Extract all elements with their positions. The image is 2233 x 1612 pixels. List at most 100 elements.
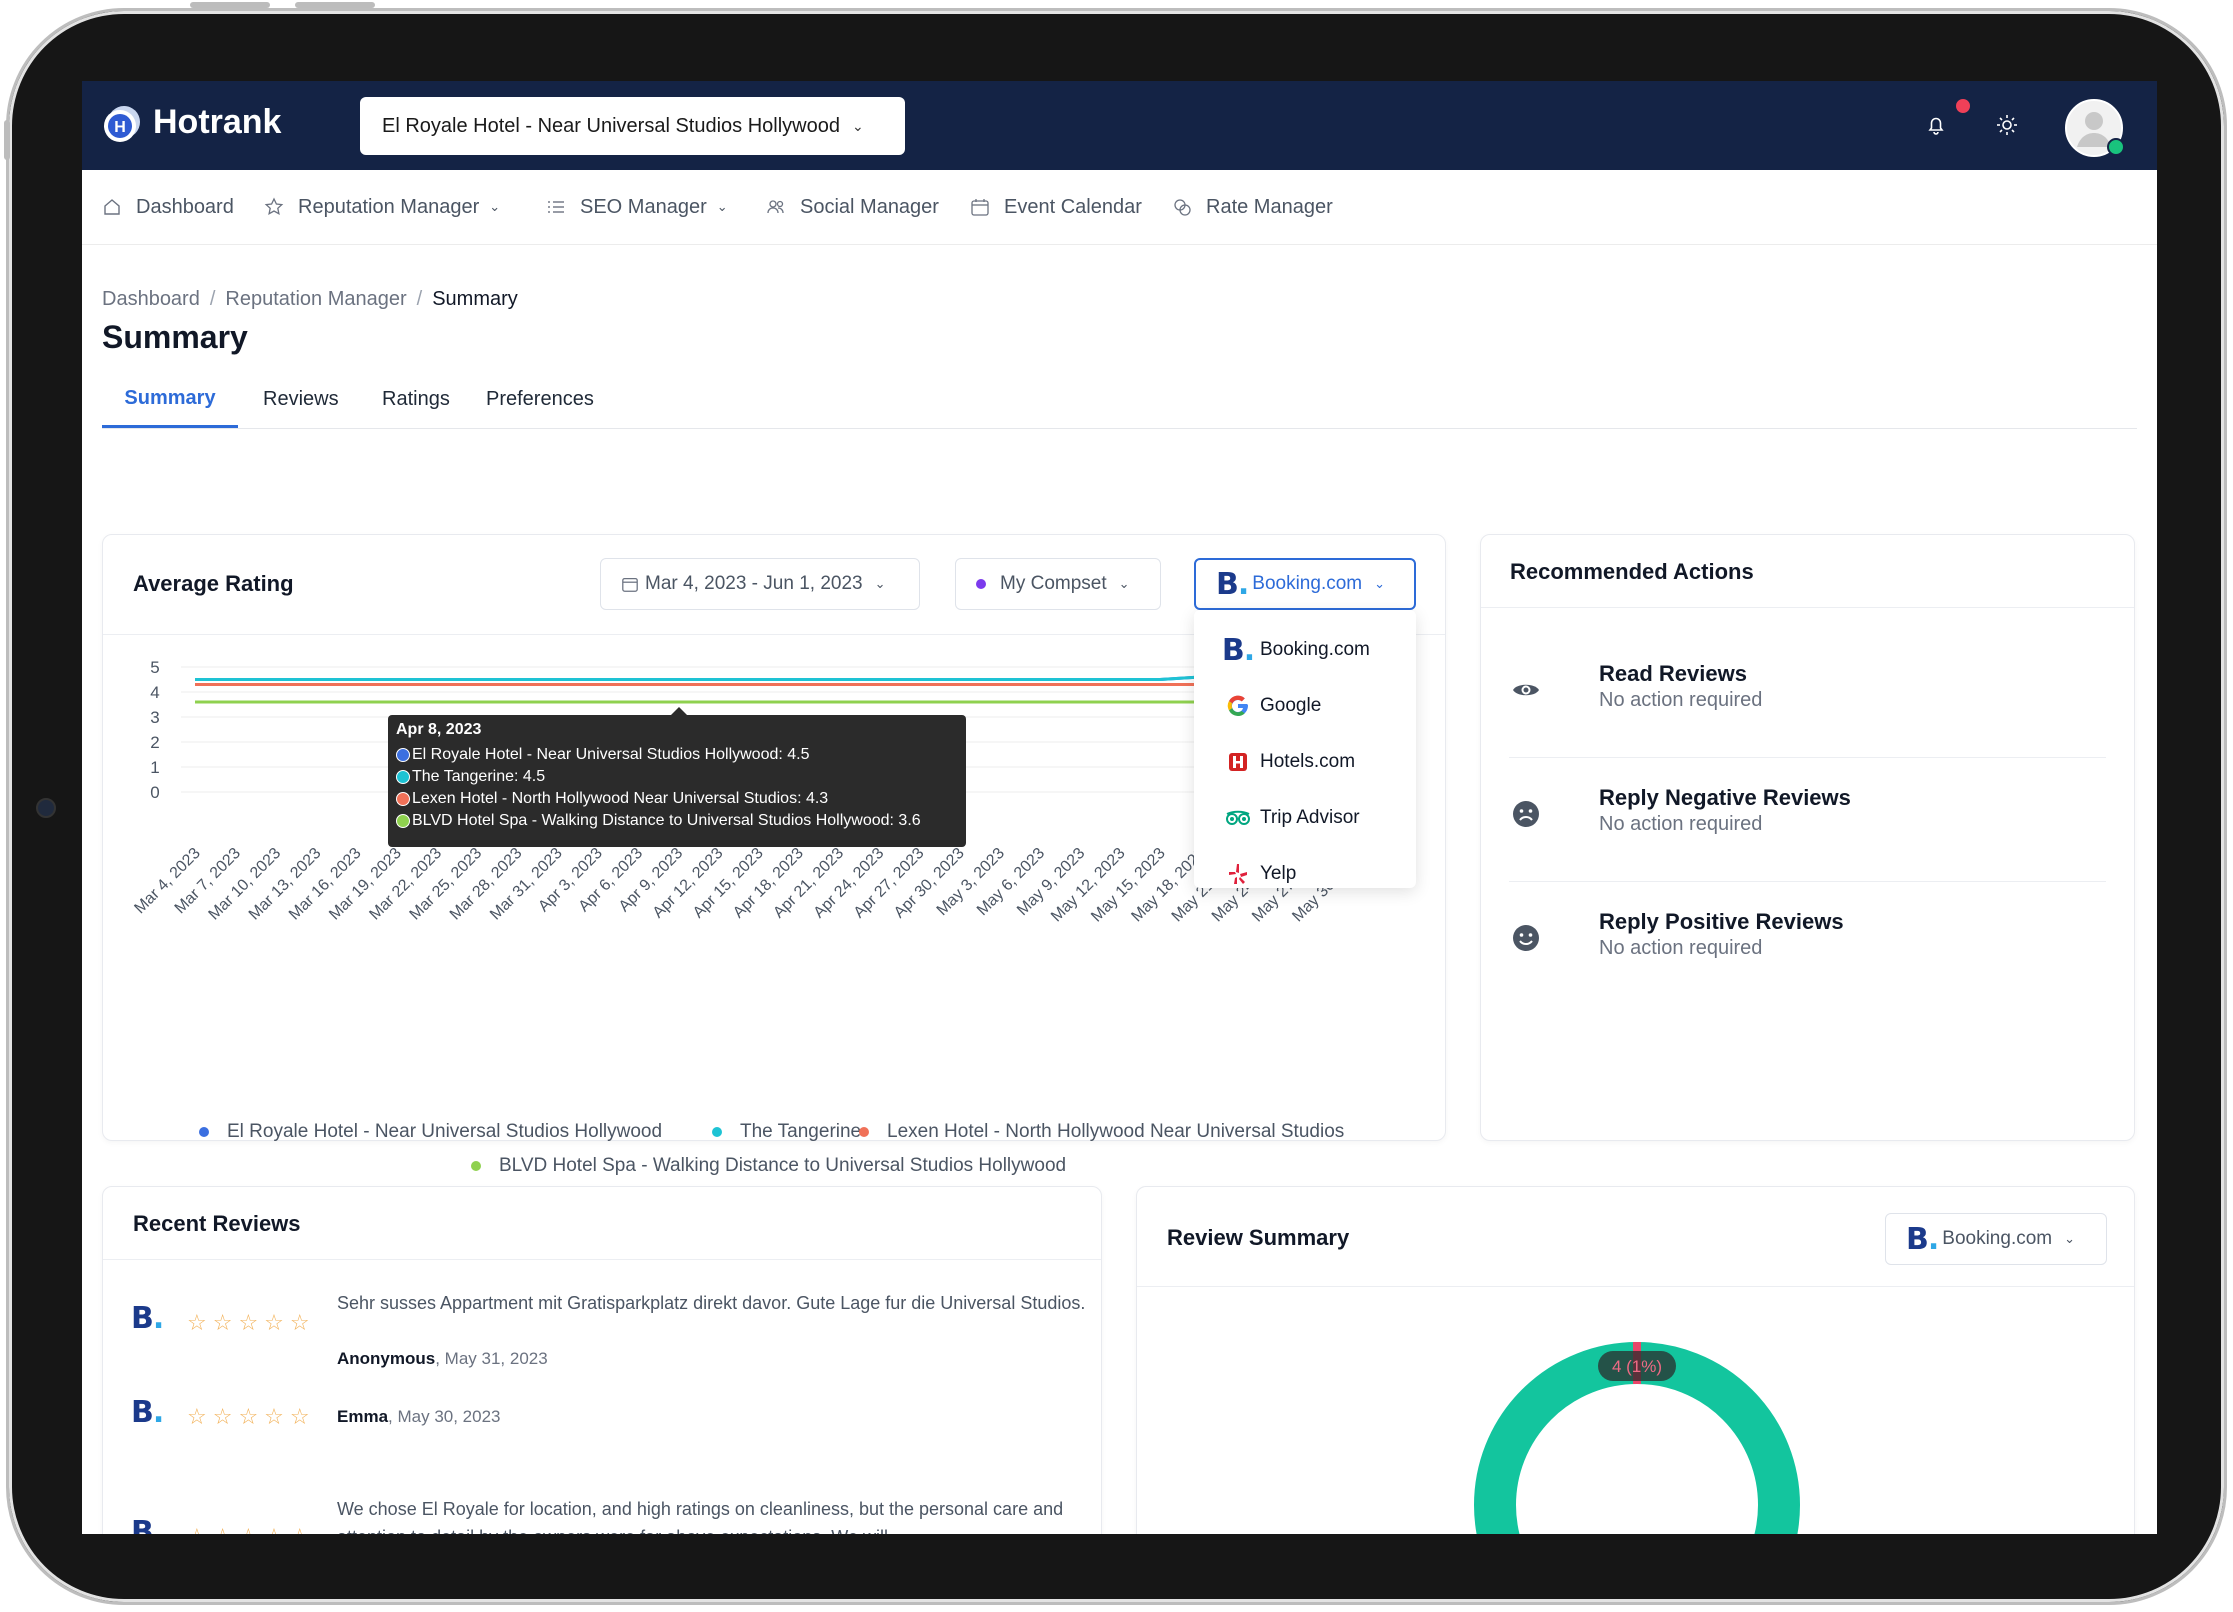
star-rating: ☆☆☆☆☆ xyxy=(187,1525,316,1534)
hotel-selector[interactable]: El Royale Hotel - Near Universal Studios… xyxy=(360,97,905,155)
breadcrumb-link[interactable]: Reputation Manager xyxy=(225,288,406,310)
date-range-label: Mar 4, 2023 - Jun 1, 2023 xyxy=(645,573,863,594)
tooltip-swatch xyxy=(396,770,410,784)
tooltip-row: The Tangerine: 4.5 xyxy=(396,766,958,788)
chevron-down-icon: ⌄ xyxy=(1374,576,1386,591)
chevron-down-icon: ⌄ xyxy=(716,199,728,214)
google-logo-icon xyxy=(1224,692,1252,720)
action-read-reviews[interactable]: Read Reviews No action required xyxy=(1481,631,2134,755)
action-reply-positive[interactable]: Reply Positive Reviews No action require… xyxy=(1481,879,2134,1003)
nav-label: SEO Manager xyxy=(580,195,707,218)
svg-text:H: H xyxy=(114,119,126,136)
action-title: Reply Negative Reviews xyxy=(1599,785,1851,810)
sun-icon[interactable] xyxy=(1995,113,2019,137)
donut-label: 4 (1%) xyxy=(1612,1357,1662,1376)
y-tick-label: 1 xyxy=(150,758,159,777)
review-meta: Emma, May 30, 2023 xyxy=(337,1407,501,1427)
nav-rate-manager[interactable]: Rate Manager xyxy=(1172,170,1333,244)
legend-item[interactable]: The Tangerine xyxy=(712,1121,861,1143)
calendar-icon xyxy=(971,199,989,216)
legend-dot xyxy=(859,1127,869,1137)
breadcrumb-link[interactable]: Dashboard xyxy=(102,288,200,310)
divider xyxy=(103,1259,1101,1260)
nav-label: Dashboard xyxy=(136,195,234,218)
users-icon xyxy=(767,200,784,214)
legend-dot xyxy=(199,1127,209,1137)
tooltip-row: Lexen Hotel - North Hollywood Near Unive… xyxy=(396,788,958,810)
dropdown-item-yelp[interactable]: Yelp xyxy=(1224,854,1296,894)
recent-reviews-card: Recent Reviews B. ☆☆☆☆☆ Sehr susses Appa… xyxy=(102,1186,1102,1534)
tabs: Summary Reviews Ratings Preferences xyxy=(102,371,2137,429)
dropdown-item-tripadvisor[interactable]: Trip Advisor xyxy=(1224,798,1360,838)
tooltip-swatch xyxy=(396,814,410,828)
action-status: No action required xyxy=(1599,813,1763,835)
tooltip-text: Lexen Hotel - North Hollywood Near Unive… xyxy=(412,790,829,807)
y-tick-label: 0 xyxy=(150,783,159,802)
nav-reputation-manager[interactable]: Reputation Manager ⌄ xyxy=(264,170,500,244)
tripadvisor-logo-icon xyxy=(1224,804,1252,832)
legend-label: Lexen Hotel - North Hollywood Near Unive… xyxy=(887,1121,1345,1142)
action-title: Read Reviews xyxy=(1599,661,1747,686)
list-icon xyxy=(548,201,564,213)
breadcrumb-current: Summary xyxy=(432,288,518,310)
hardware-button xyxy=(4,120,10,160)
nav-social-manager[interactable]: Social Manager xyxy=(766,170,939,244)
booking-logo-icon: B. xyxy=(131,1515,164,1534)
legend-item[interactable]: BLVD Hotel Spa - Walking Distance to Uni… xyxy=(471,1155,1066,1177)
review-item[interactable]: B. ☆☆☆☆☆ We chose El Royale for location… xyxy=(131,1495,1101,1534)
legend-label: El Royale Hotel - Near Universal Studios… xyxy=(227,1121,663,1142)
tab-ratings[interactable]: Ratings xyxy=(382,371,450,428)
review-item[interactable]: B. ☆☆☆☆☆ Emma, May 30, 2023 xyxy=(131,1387,1101,1437)
tab-preferences[interactable]: Preferences xyxy=(486,371,594,428)
review-summary-donut: 4 (1%) xyxy=(1474,1342,1800,1534)
chevron-down-icon: ⌄ xyxy=(851,117,864,134)
nav-dashboard[interactable]: Dashboard xyxy=(102,170,234,244)
dropdown-item-google[interactable]: Google xyxy=(1224,686,1321,726)
action-title: Reply Positive Reviews xyxy=(1599,909,1844,934)
dropdown-item-label: Trip Advisor xyxy=(1260,807,1360,828)
booking-logo-icon: B. xyxy=(1906,1221,1939,1257)
coins-icon xyxy=(1174,199,1191,216)
action-status: No action required xyxy=(1599,689,1763,711)
hardware-button xyxy=(295,2,375,8)
review-summary-title: Review Summary xyxy=(1167,1225,1350,1250)
legend-item[interactable]: El Royale Hotel - Near Universal Studios… xyxy=(199,1121,662,1143)
star-rating: ☆☆☆☆☆ xyxy=(187,1311,316,1336)
nav-event-calendar[interactable]: Event Calendar xyxy=(970,170,1142,244)
y-tick-label: 4 xyxy=(150,683,159,702)
donut-ring xyxy=(1474,1342,1800,1534)
booking-logo-icon: B. xyxy=(1216,566,1249,602)
home-icon xyxy=(104,199,120,215)
compset-selector[interactable]: My Compset ⌄ xyxy=(955,558,1161,610)
tooltip-swatch xyxy=(396,792,410,806)
chart-tooltip: Apr 8, 2023 El Royale Hotel - Near Unive… xyxy=(388,715,966,847)
review-text: Sehr susses Appartment mit Gratisparkpla… xyxy=(337,1293,1086,1313)
source-selector[interactable]: B. Booking.com ⌄ xyxy=(1194,558,1416,610)
legend-item[interactable]: Lexen Hotel - North Hollywood Near Unive… xyxy=(859,1121,1344,1143)
nav-label: Social Manager xyxy=(800,195,939,218)
eye-icon xyxy=(1513,684,1539,696)
tab-reviews[interactable]: Reviews xyxy=(263,371,339,428)
review-date: , May 30, 2023 xyxy=(388,1407,501,1426)
review-summary-source-selector[interactable]: B. Booking.com ⌄ xyxy=(1885,1213,2107,1265)
star-outline-icon xyxy=(264,197,284,215)
compset-label: My Compset xyxy=(1000,573,1107,594)
dropdown-item-label: Hotels.com xyxy=(1260,751,1356,772)
tooltip-date: Apr 8, 2023 xyxy=(396,721,482,738)
dropdown-item-hotels[interactable]: Hotels.com xyxy=(1224,742,1355,782)
review-summary-card: Review Summary B. Booking.com ⌄ 4 (1%) xyxy=(1136,1186,2135,1534)
compset-dot xyxy=(976,579,986,589)
dropdown-item-label: Booking.com xyxy=(1260,639,1370,660)
bell-icon[interactable] xyxy=(1924,113,1948,137)
review-item[interactable]: B. ☆☆☆☆☆ Sehr susses Appartment mit Grat… xyxy=(131,1289,1101,1369)
hotel-selector-label: El Royale Hotel - Near Universal Studios… xyxy=(382,114,840,137)
tab-summary[interactable]: Summary xyxy=(102,371,238,428)
chevron-down-icon: ⌄ xyxy=(874,576,886,591)
nav-seo-manager[interactable]: SEO Manager ⌄ xyxy=(546,170,728,244)
date-range-picker[interactable]: Mar 4, 2023 - Jun 1, 2023 ⌄ xyxy=(600,558,920,610)
tooltip-text: El Royale Hotel - Near Universal Studios… xyxy=(412,746,810,763)
dropdown-item-booking[interactable]: B. Booking.com xyxy=(1222,630,1370,670)
legend-dot xyxy=(712,1127,722,1137)
action-reply-negative[interactable]: Reply Negative Reviews No action require… xyxy=(1481,755,2134,879)
series-line xyxy=(195,675,1361,681)
